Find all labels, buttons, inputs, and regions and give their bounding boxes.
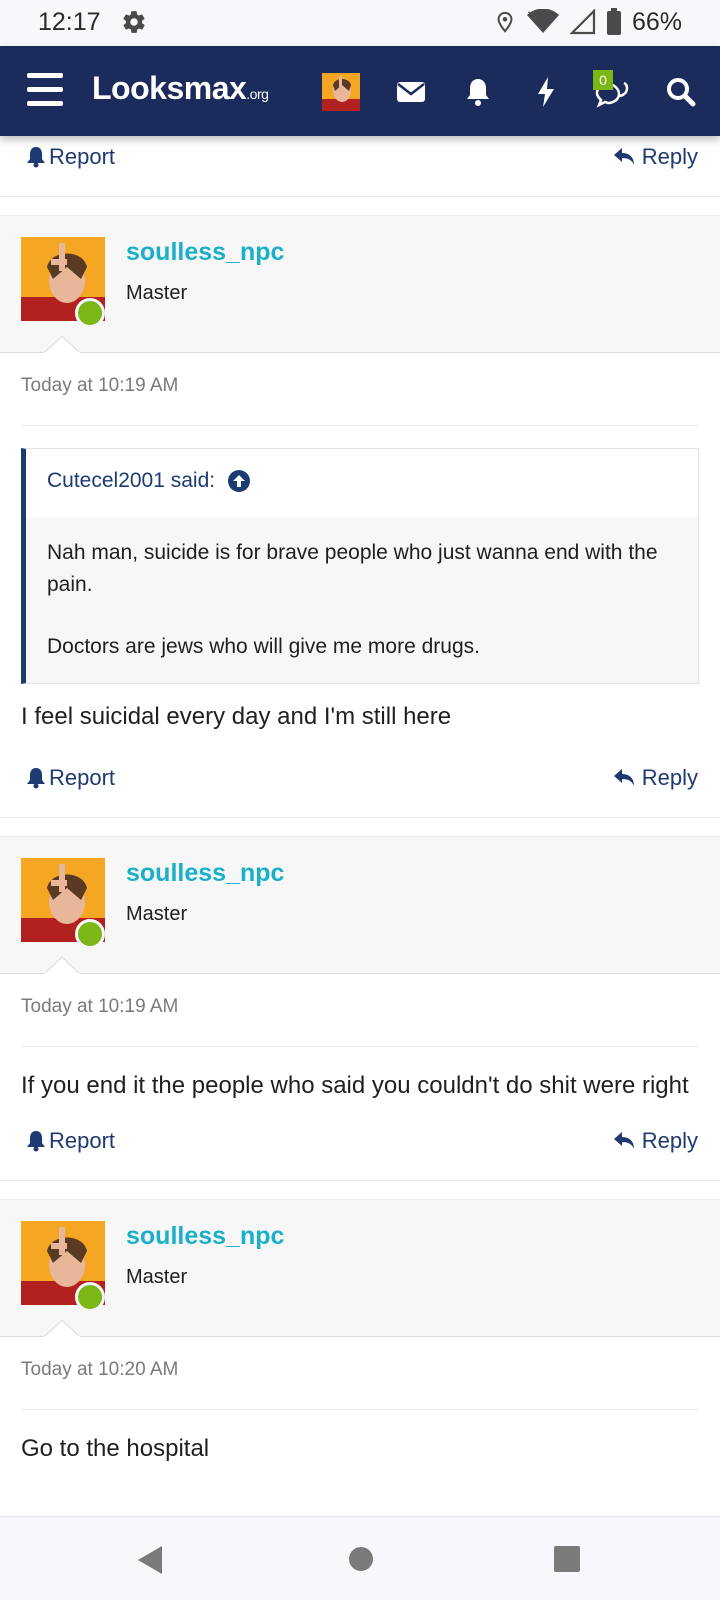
reply-label: Reply [641, 144, 698, 169]
reply-arrow-icon [613, 769, 634, 786]
post-date[interactable]: Today at 10:19 AM [0, 353, 720, 425]
conversations-badge: 0 [593, 70, 613, 90]
post-header: soulless_npc Master [0, 1199, 720, 1337]
bell-icon [27, 1131, 45, 1152]
quote-body: Nah man, suicide is for brave people who… [26, 517, 698, 683]
battery-icon [606, 8, 621, 35]
reply-arrow-icon [613, 148, 634, 165]
home-icon[interactable] [348, 1546, 374, 1572]
post: soulless_npc Master Today at 10:20 AM Go… [0, 1199, 720, 1467]
post-rank: Master [126, 282, 188, 304]
report-button[interactable]: Report [25, 144, 115, 170]
search-icon[interactable] [661, 72, 701, 112]
report-label: Report [49, 1128, 116, 1153]
reply-button[interactable]: Reply [613, 1128, 698, 1154]
battery-percent: 66% [631, 7, 682, 36]
post-rank: Master [126, 1266, 188, 1288]
menu-icon[interactable] [27, 73, 63, 107]
post-actions: Report Reply [0, 136, 720, 188]
system-navigation-bar [0, 1516, 720, 1600]
cell-signal-icon [569, 9, 596, 35]
header-pointer [44, 335, 80, 353]
settings-gear-icon [123, 11, 145, 33]
report-button[interactable]: Report [25, 1128, 115, 1154]
quote-line: Doctors are jews who will give me more d… [47, 635, 480, 658]
quote-block: Cutecel2001 said: Nah man, suicide is fo… [21, 448, 699, 684]
report-label: Report [49, 144, 116, 169]
status-bar: 12:17 66% [0, 0, 720, 46]
recents-icon[interactable] [554, 1546, 580, 1572]
alerts-bell-icon[interactable] [458, 72, 498, 112]
quote-header[interactable]: Cutecel2001 said: [26, 449, 698, 517]
post-actions: Report Reply [0, 1120, 720, 1172]
post: soulless_npc Master Today at 10:19 AM Cu… [0, 215, 720, 836]
bell-icon [27, 147, 45, 168]
quote-author: Cutecel2001 said: [47, 469, 216, 492]
bell-icon [27, 768, 45, 789]
post-username[interactable]: soulless_npc [126, 238, 284, 267]
location-icon [497, 11, 513, 33]
post-username[interactable]: soulless_npc [126, 859, 284, 888]
thread-content: Report Reply soulless_npc Master Today a… [0, 136, 720, 1467]
report-button[interactable]: Report [25, 765, 115, 791]
post-date[interactable]: Today at 10:20 AM [0, 1337, 720, 1409]
back-icon[interactable] [136, 1544, 164, 1576]
post-header: soulless_npc Master [0, 215, 720, 353]
divider [21, 425, 699, 426]
whats-new-bolt-icon[interactable] [526, 72, 566, 112]
post-rank: Master [126, 903, 188, 925]
wifi-icon [526, 9, 559, 33]
status-time: 12:17 [38, 8, 101, 36]
post-date[interactable]: Today at 10:19 AM [0, 974, 720, 1046]
jump-to-quote-icon[interactable] [227, 469, 251, 493]
reply-arrow-icon [613, 1132, 634, 1149]
post-username[interactable]: soulless_npc [126, 1222, 284, 1251]
reply-label: Reply [641, 765, 698, 790]
post: soulless_npc Master Today at 10:19 AM If… [0, 836, 720, 1199]
reply-button[interactable]: Reply [613, 144, 698, 170]
post-actions: Report Reply [0, 757, 720, 809]
header-pointer [44, 1319, 80, 1337]
online-status-dot [75, 919, 105, 949]
post-body: If you end it the people who said you co… [21, 1072, 689, 1099]
user-avatar[interactable] [322, 73, 360, 111]
reply-button[interactable]: Reply [613, 765, 698, 791]
online-status-dot [75, 298, 105, 328]
online-status-dot [75, 1282, 105, 1312]
header-pointer [44, 956, 80, 974]
post-body: Go to the hospital [21, 1435, 210, 1462]
report-label: Report [49, 765, 116, 790]
logo-text: Looksmax [92, 70, 247, 106]
inbox-icon[interactable] [391, 72, 431, 112]
status-icons: 66% [494, 6, 682, 38]
post-body: I feel suicidal every day and I'm still … [21, 703, 452, 730]
top-navbar: Looksmax.org 0 [0, 46, 720, 136]
site-logo[interactable]: Looksmax.org [92, 70, 269, 107]
reply-label: Reply [641, 1128, 698, 1153]
quote-line: Nah man, suicide is for brave people who… [47, 541, 658, 596]
post-header: soulless_npc Master [0, 836, 720, 974]
logo-suffix: .org [246, 86, 269, 102]
